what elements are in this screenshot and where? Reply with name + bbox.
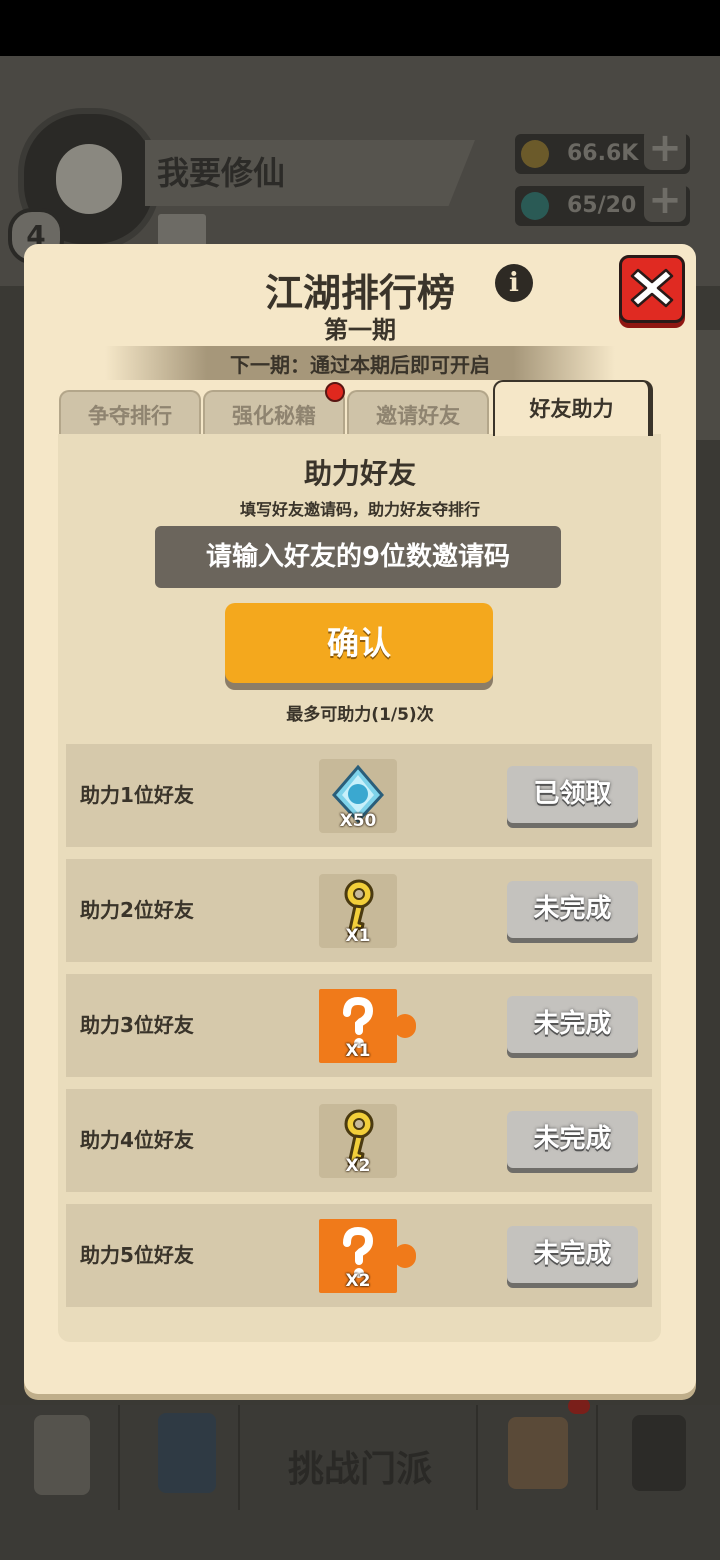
add-gold-button: +	[644, 128, 686, 170]
reward-row: 助力4位好友 X2 未完成	[66, 1089, 652, 1192]
assist-limit-text: 最多可助力(1/5)次	[286, 705, 434, 725]
reward-quantity: X2	[345, 1156, 371, 1176]
status-bar	[0, 0, 720, 56]
info-icon[interactable]: i	[495, 264, 533, 302]
nav-badge	[568, 1398, 590, 1414]
player-name: 我要修仙	[145, 140, 475, 206]
shop-icon	[508, 1417, 568, 1489]
puzzle-knob	[394, 1014, 416, 1038]
period-label: 第一期	[324, 316, 396, 344]
nav-locked	[600, 1405, 718, 1510]
scroll-icon	[34, 1415, 90, 1495]
gold-resource: 66.6K +	[515, 128, 690, 174]
reward-slot: X2	[319, 1219, 397, 1293]
row-label: 助力2位好友	[80, 898, 194, 922]
reward-slot: X1	[319, 989, 397, 1063]
reward-quantity: X50	[339, 811, 377, 831]
nav-shop	[476, 1405, 598, 1510]
reward-slot: X50	[319, 759, 397, 833]
gem-icon	[521, 192, 549, 220]
nav-cultivate	[120, 1405, 240, 1510]
reward-slot: X2	[319, 1104, 397, 1178]
tab-friend-assist[interactable]: 好友助力	[493, 380, 653, 436]
nav-challenge-label: 挑战门派	[287, 1449, 432, 1490]
mail-icon	[158, 214, 206, 248]
gem-resource: 65/20 +	[515, 180, 690, 226]
reward-row: 助力5位好友 X2 未完成	[66, 1204, 652, 1307]
dialog-title: 江湖排行榜	[264, 271, 455, 315]
row-label: 助力3位好友	[80, 1013, 194, 1037]
add-gem-button: +	[644, 180, 686, 222]
reward-quantity: X1	[345, 1041, 371, 1061]
claimed-button[interactable]: 已领取	[507, 766, 638, 823]
incomplete-button[interactable]: 未完成	[507, 881, 638, 938]
book-icon	[158, 1413, 216, 1493]
reward-row: 助力3位好友 X1 未完成	[66, 974, 652, 1077]
incomplete-button[interactable]: 未完成	[507, 996, 638, 1053]
side-task-tab	[694, 330, 720, 440]
tab-invite-friends[interactable]: 邀请好友	[347, 390, 489, 436]
section-subtitle: 填写好友邀请码，助力好友夺排行	[239, 500, 480, 519]
incomplete-button[interactable]: 未完成	[507, 1226, 638, 1283]
puzzle-knob	[394, 1244, 416, 1268]
nav-task	[0, 1405, 120, 1510]
tab-ranking[interactable]: 争夺排行	[59, 390, 201, 436]
reward-row: 助力1位好友 X50 已领取	[66, 744, 652, 847]
lock-icon	[632, 1415, 686, 1491]
close-icon	[630, 268, 674, 308]
avatar-face	[56, 144, 122, 214]
tab-notification-badge	[325, 382, 345, 402]
row-label: 助力5位好友	[80, 1243, 194, 1267]
gold-amount: 66.6K	[567, 141, 639, 166]
reward-slot: X1	[319, 874, 397, 948]
invite-code-input[interactable]	[155, 526, 561, 588]
reward-row: 助力2位好友 X1 未完成	[66, 859, 652, 962]
gem-amount: 65/20	[567, 193, 637, 218]
incomplete-button[interactable]: 未完成	[507, 1111, 638, 1168]
confirm-button[interactable]: 确认	[225, 603, 493, 683]
row-label: 助力1位好友	[80, 783, 194, 807]
reward-quantity: X1	[345, 926, 371, 946]
coin-icon	[521, 140, 549, 168]
tab-upgrade-guide[interactable]: 强化秘籍	[203, 390, 345, 436]
next-period-text: 下一期：通过本期后即可开启	[230, 353, 490, 377]
section-title: 助力好友	[303, 457, 416, 490]
row-label: 助力4位好友	[80, 1128, 194, 1152]
reward-quantity: X2	[345, 1271, 371, 1291]
